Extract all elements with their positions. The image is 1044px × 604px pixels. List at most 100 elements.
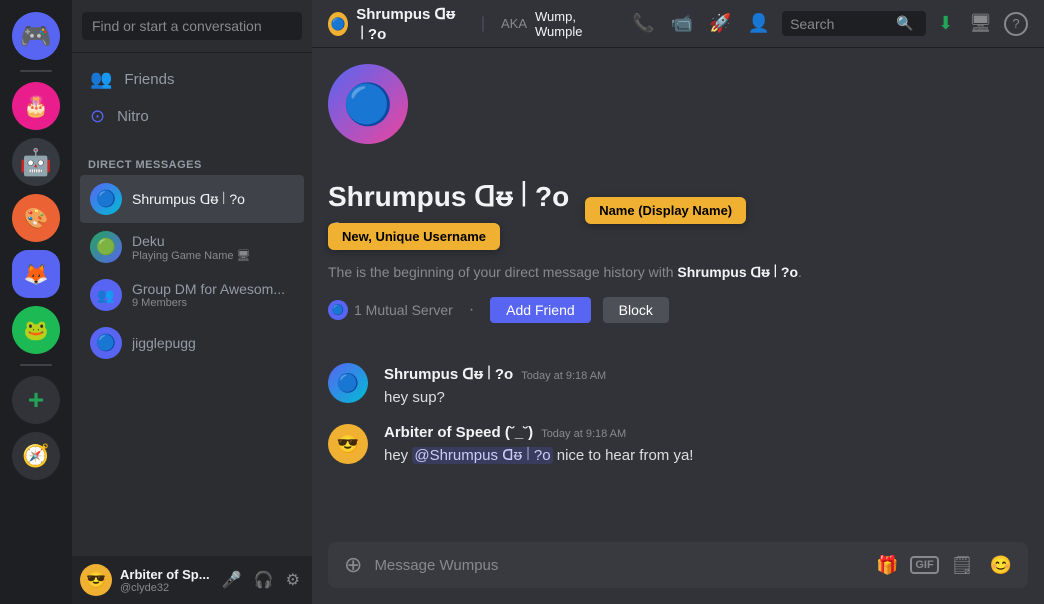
server-icon-3[interactable]: 🎨 — [12, 194, 60, 242]
deku-avatar: 🟢 — [90, 231, 122, 263]
message-content-1: Shrumpus ꓷᵿ꒐?ᴏ Today at 9:18 AM hey sup? — [384, 363, 1028, 408]
block-button[interactable]: Block — [603, 297, 669, 323]
top-bar-avatar: 🔵 — [328, 12, 348, 36]
friends-nav-item[interactable]: 👥 Friends — [80, 61, 304, 98]
friends-label: Friends — [124, 71, 174, 88]
start-video-call-button[interactable]: 📹 — [667, 9, 697, 38]
shrumpus-msg-avatar: 🔵 — [328, 363, 368, 403]
search-input[interactable] — [790, 16, 890, 32]
user-panel-avatar: 😎 — [80, 564, 112, 596]
profile-display-name: Shrumpus ꓷᵿ꒐?ᴏ — [328, 176, 569, 213]
mutual-server-count: 1 Mutual Server — [354, 302, 453, 318]
group-avatar: 👥 — [90, 279, 122, 311]
user-panel-tag: @clyde32 — [120, 582, 210, 594]
profile-history-name: Shrumpus ꓷᵿ꒐?ᴏ — [677, 264, 798, 280]
dm-item-deku[interactable]: 🟢 Deku Playing Game Name 🖥 — [80, 223, 304, 271]
deku-name: Deku — [132, 233, 251, 249]
annotation-line-1 — [312, 106, 498, 166]
display-name-tooltip: Name (Display Name) — [585, 197, 746, 224]
nitro-icon: ⊙ — [90, 106, 105, 127]
explore-servers-button[interactable]: 🧭 — [12, 432, 60, 480]
username-row: @wumpus_ New, Unique Username — [328, 221, 1028, 251]
message-prefix: hey — [384, 447, 412, 464]
gift-button[interactable]: 🎁 — [872, 551, 902, 580]
username-tooltip: New, Unique Username — [328, 223, 500, 250]
nitro-label: Nitro — [117, 108, 149, 125]
emoji-button[interactable]: 😊 — [986, 551, 1016, 580]
nitro-nav-item[interactable]: ⊙ Nitro — [80, 98, 304, 135]
add-friend-button[interactable]: Add Friend — [490, 297, 590, 323]
download-button[interactable]: ⬇ — [934, 9, 957, 38]
shrumpus-avatar: 🔵 — [90, 183, 122, 215]
start-voice-call-button[interactable]: 📞 — [628, 9, 658, 38]
message-author-2: Arbiter of Speed (˘_˘) — [384, 424, 533, 441]
server-divider-2 — [20, 364, 52, 366]
user-panel-name: Arbiter of Sp... — [120, 567, 210, 582]
message-input-area: ⊕ 🎁 GIF 🗒 😊 — [312, 542, 1044, 604]
server-icon-1[interactable]: 🎂 — [12, 82, 60, 130]
dm-sidebar: 👥 Friends ⊙ Nitro DIRECT MESSAGES 🔵 Shru… — [72, 0, 312, 604]
group-status: 9 Members — [132, 297, 285, 309]
jigglepugg-item-info: jigglepugg — [132, 335, 196, 351]
top-bar: 🔵 Shrumpus ꓷᵿ꒐?ᴏ | AKA Wump, Wumple 📞 📹 … — [312, 0, 1044, 48]
add-server-button[interactable]: + — [12, 376, 60, 424]
mention-shrumpus[interactable]: @Shrumpus ꓷᵿ꒐?ᴏ — [412, 447, 552, 464]
message-author-1: Shrumpus ꓷᵿ꒐?ᴏ — [384, 363, 513, 383]
message-add-button[interactable]: ⊕ — [340, 542, 366, 588]
deku-status: Playing Game Name 🖥 — [132, 249, 251, 262]
group-item-info: Group DM for Awesom... 9 Members — [132, 281, 285, 309]
dm-item-jigglepugg[interactable]: 🔵 jigglepugg — [80, 319, 304, 367]
inbox-button[interactable]: 🖥 — [965, 9, 996, 38]
message-text-2: hey @Shrumpus ꓷᵿ꒐?ᴏ nice to hear from ya… — [384, 445, 1028, 466]
friends-icon: 👥 — [90, 69, 112, 90]
message-header-2: Arbiter of Speed (˘_˘) Today at 9:18 AM — [384, 424, 1028, 441]
deku-item-info: Deku Playing Game Name 🖥 — [132, 233, 251, 262]
main-content: 🔵 Shrumpus ꓷᵿ꒐?ᴏ | AKA Wump, Wumple 📞 📹 … — [312, 0, 1044, 604]
message-group-2: 😎 Arbiter of Speed (˘_˘) Today at 9:18 A… — [328, 424, 1028, 466]
jigglepugg-name: jigglepugg — [132, 335, 196, 351]
sticker-button[interactable]: 🗒 — [947, 551, 978, 580]
profile-header: 🔵 Shrumpus ꓷᵿ꒐?ᴏ Name (Display Name) Nam… — [328, 64, 1028, 347]
message-text-1: hey sup? — [384, 387, 1028, 408]
server-icon-4[interactable]: 🦊 — [12, 250, 60, 298]
message-suffix: nice to hear from ya! — [553, 447, 694, 464]
message-header-1: Shrumpus ꓷᵿ꒐?ᴏ Today at 9:18 AM — [384, 363, 1028, 383]
dm-list: 🔵 Shrumpus ꓷᵿ꒐?ᴏ 🟢 Deku Playing Game Nam… — [72, 175, 312, 556]
gif-button[interactable]: GIF — [910, 556, 938, 574]
dm-item-group[interactable]: 👥 Group DM for Awesom... 9 Members — [80, 271, 304, 319]
mutual-server: 🔵 1 Mutual Server — [328, 300, 453, 320]
dm-item-shrumpus[interactable]: 🔵 Shrumpus ꓷᵿ꒐?ᴏ — [80, 175, 304, 223]
nitro-boost-button[interactable]: 🚀 — [705, 9, 735, 38]
deafen-button[interactable]: 🎧 — [250, 566, 278, 594]
mutual-server-icon: 🔵 — [328, 300, 348, 320]
dm-search-area — [72, 0, 312, 53]
server-divider — [20, 70, 52, 72]
find-conversation-input[interactable] — [82, 12, 302, 40]
profile-actions: 🔵 1 Mutual Server · Add Friend Block — [328, 297, 1028, 323]
discord-logo: 🎮 — [20, 21, 52, 52]
server-icon-home[interactable]: 🎮 — [12, 12, 60, 60]
server-icon-5[interactable]: 🐸 — [12, 306, 60, 354]
message-input[interactable] — [374, 546, 864, 585]
arbiter-msg-avatar: 😎 — [328, 424, 368, 464]
message-timestamp-1: Today at 9:18 AM — [521, 370, 606, 382]
dm-nav: 👥 Friends ⊙ Nitro — [72, 53, 312, 143]
dm-section-header: DIRECT MESSAGES — [72, 143, 312, 175]
top-bar-aka-names: Wump, Wumple — [535, 9, 612, 39]
shrumpus-item-info: Shrumpus ꓷᵿ꒐?ᴏ — [132, 190, 245, 208]
message-input-box: ⊕ 🎁 GIF 🗒 😊 — [328, 542, 1028, 588]
message-input-right-icons: 🎁 GIF 🗒 😊 — [872, 551, 1016, 580]
message-group-1: 🔵 Shrumpus ꓷᵿ꒐?ᴏ Today at 9:18 AM hey su… — [328, 363, 1028, 408]
user-panel: 😎 Arbiter of Sp... @clyde32 🎤 🎧 ⚙ — [72, 556, 312, 604]
server-icon-2[interactable]: 🤖 — [12, 138, 60, 186]
group-name: Group DM for Awesom... — [132, 281, 285, 297]
message-content-2: Arbiter of Speed (˘_˘) Today at 9:18 AM … — [384, 424, 1028, 466]
help-button[interactable]: ? — [1004, 12, 1028, 36]
user-settings-button[interactable]: ⚙ — [282, 566, 304, 594]
mute-button[interactable]: 🎤 — [218, 566, 246, 594]
shrumpus-name: Shrumpus ꓷᵿ꒐?ᴏ — [132, 190, 245, 208]
add-friend-dm-button[interactable]: 👤 — [744, 9, 774, 38]
message-timestamp-2: Today at 9:18 AM — [541, 428, 626, 440]
dot-separator: · — [469, 301, 474, 319]
top-bar-aka-label: AKA — [501, 16, 527, 31]
